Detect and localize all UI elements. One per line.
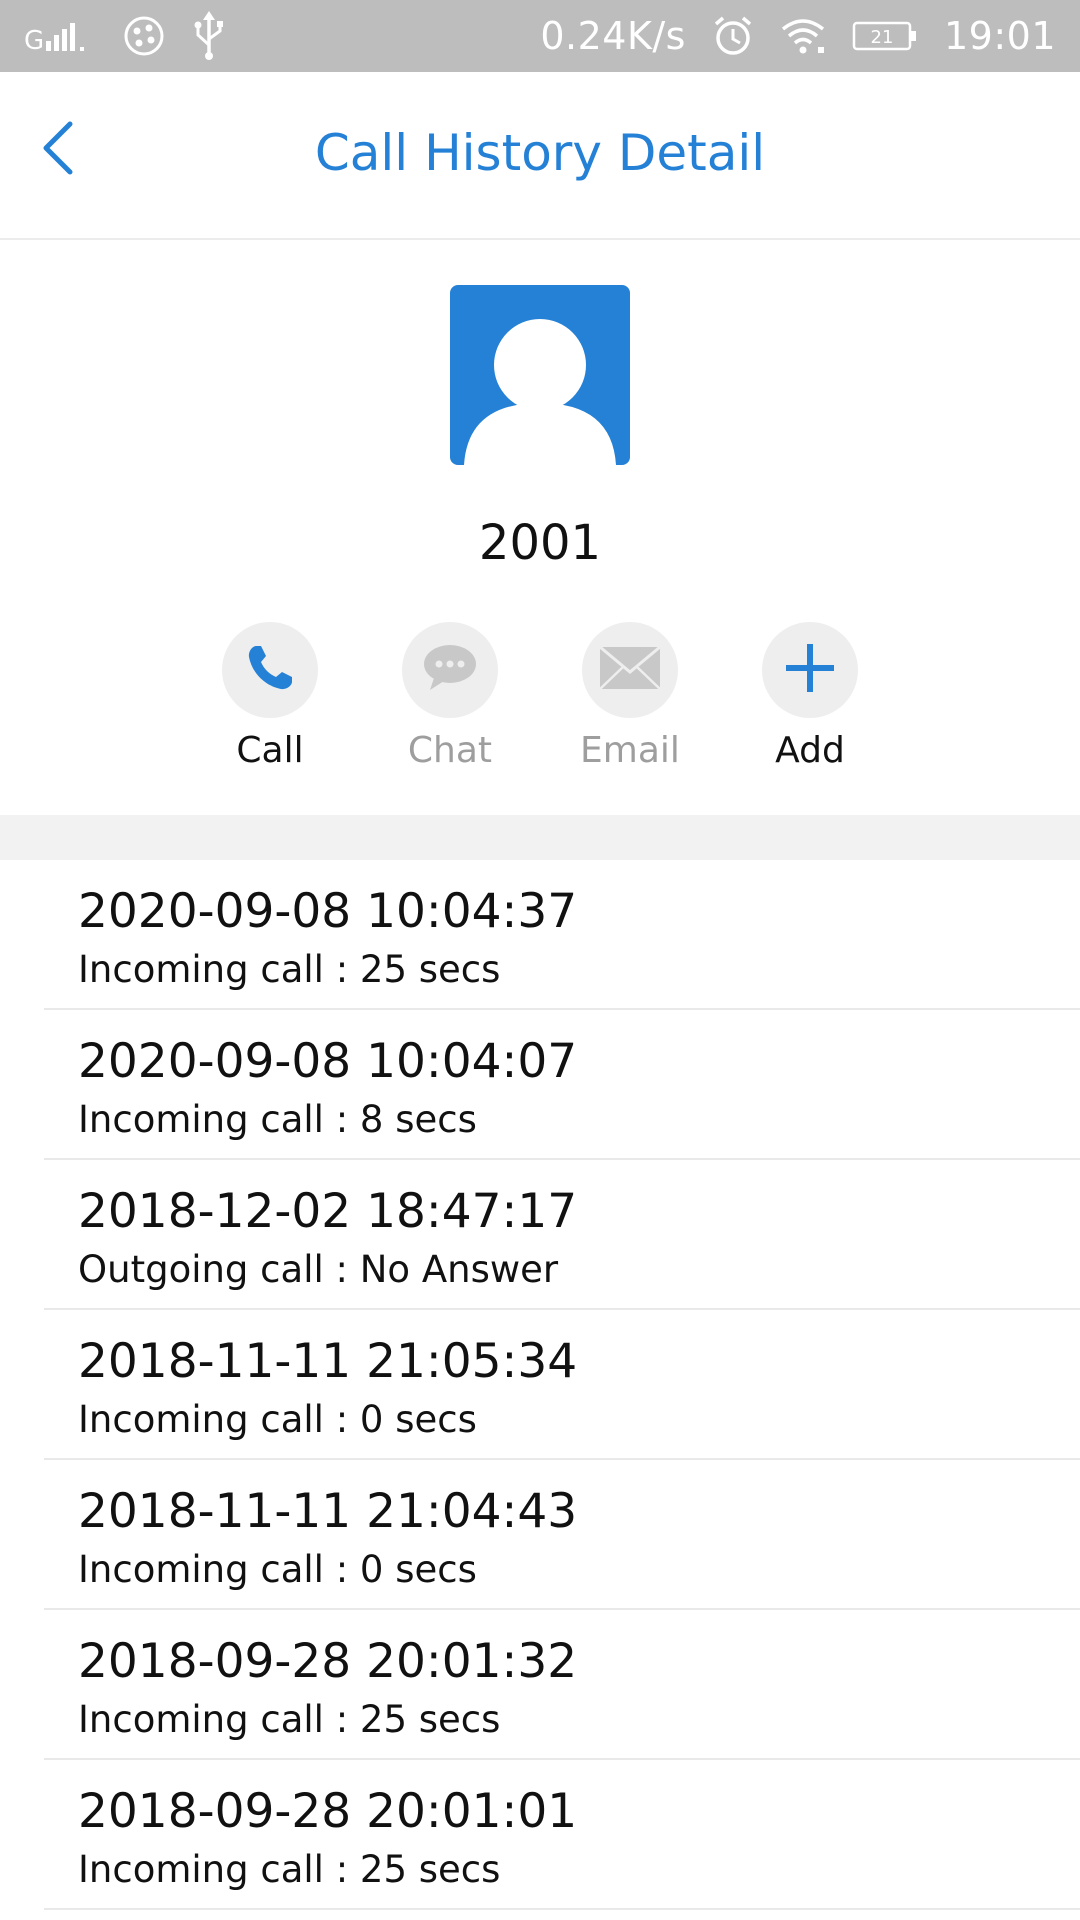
history-datetime: 2020-09-08 10:04:37 (78, 884, 578, 939)
history-datetime: 2018-12-02 18:47:17 (78, 1184, 578, 1239)
page-title: Call History Detail (314, 124, 766, 182)
top-app-bar: Call History Detail (0, 72, 1080, 240)
network-speed: 0.24K/s (540, 14, 686, 58)
add-button-circle[interactable] (762, 622, 858, 718)
history-detail: Incoming call : 25 secs (78, 1698, 501, 1741)
contact-name: 2001 (478, 515, 602, 571)
status-bar-right: 0.24K/s 21 19:01 (540, 0, 1056, 72)
history-detail: Incoming call : 0 secs (78, 1398, 477, 1441)
person-avatar-icon (450, 319, 630, 465)
app-notification-icon (122, 14, 166, 58)
history-datetime: 2020-09-08 10:04:07 (78, 1034, 578, 1089)
signal-icon: G (24, 19, 96, 53)
plus-icon (784, 642, 836, 699)
call-button[interactable]: Call (190, 622, 350, 771)
contact-avatar (450, 285, 630, 465)
battery-level: 21 (871, 27, 894, 48)
history-datetime: 2018-11-11 21:05:34 (78, 1334, 578, 1389)
chat-bubble-icon (422, 642, 478, 699)
history-item[interactable]: 2018-11-11 21:05:34 Incoming call : 0 se… (44, 1310, 1080, 1460)
wifi-icon (780, 17, 826, 55)
email-button-circle[interactable] (582, 622, 678, 718)
history-datetime: 2018-09-28 20:01:32 (78, 1634, 578, 1689)
email-button[interactable]: Email (550, 622, 710, 771)
history-item[interactable]: 2018-09-28 20:01:01 Incoming call : 25 s… (44, 1760, 1080, 1910)
alarm-icon (712, 15, 754, 57)
status-bar: G 0.24K/s 21 19:01 (0, 0, 1080, 72)
history-item[interactable]: 2020-09-08 10:04:07 Incoming call : 8 se… (44, 1010, 1080, 1160)
call-label: Call (236, 730, 304, 771)
battery-icon: 21 (852, 20, 918, 52)
chat-button[interactable]: Chat (370, 622, 530, 771)
svg-text:G: G (24, 26, 44, 53)
history-detail: Outgoing call : No Answer (78, 1248, 559, 1291)
usb-icon (192, 11, 226, 61)
status-bar-left: G (24, 0, 226, 72)
history-item[interactable]: 2018-11-11 21:04:43 Incoming call : 0 se… (44, 1460, 1080, 1610)
history-item[interactable]: 2020-09-08 10:04:37 Incoming call : 25 s… (44, 860, 1080, 1010)
status-time: 19:01 (943, 14, 1056, 58)
history-datetime: 2018-09-28 20:01:01 (78, 1784, 578, 1839)
history-item[interactable]: 2018-12-02 18:47:17 Outgoing call : No A… (44, 1160, 1080, 1310)
history-item[interactable]: 2018-09-28 20:01:32 Incoming call : 25 s… (44, 1610, 1080, 1760)
history-detail: Incoming call : 0 secs (78, 1548, 477, 1591)
history-datetime: 2018-11-11 21:04:43 (78, 1484, 578, 1539)
envelope-icon (599, 645, 661, 695)
add-label: Add (775, 730, 845, 771)
history-detail: Incoming call : 25 secs (78, 1848, 501, 1891)
section-divider (0, 815, 1080, 860)
email-label: Email (580, 730, 680, 771)
history-detail: Incoming call : 25 secs (78, 948, 501, 991)
add-contact-button[interactable]: Add (730, 622, 890, 771)
history-detail: Incoming call : 8 secs (78, 1098, 477, 1141)
chat-button-circle[interactable] (402, 622, 498, 718)
call-history-list: 2020-09-08 10:04:37 Incoming call : 25 s… (0, 860, 1080, 1910)
phone-icon (244, 642, 296, 699)
chat-label: Chat (407, 730, 493, 771)
call-button-circle[interactable] (222, 622, 318, 718)
